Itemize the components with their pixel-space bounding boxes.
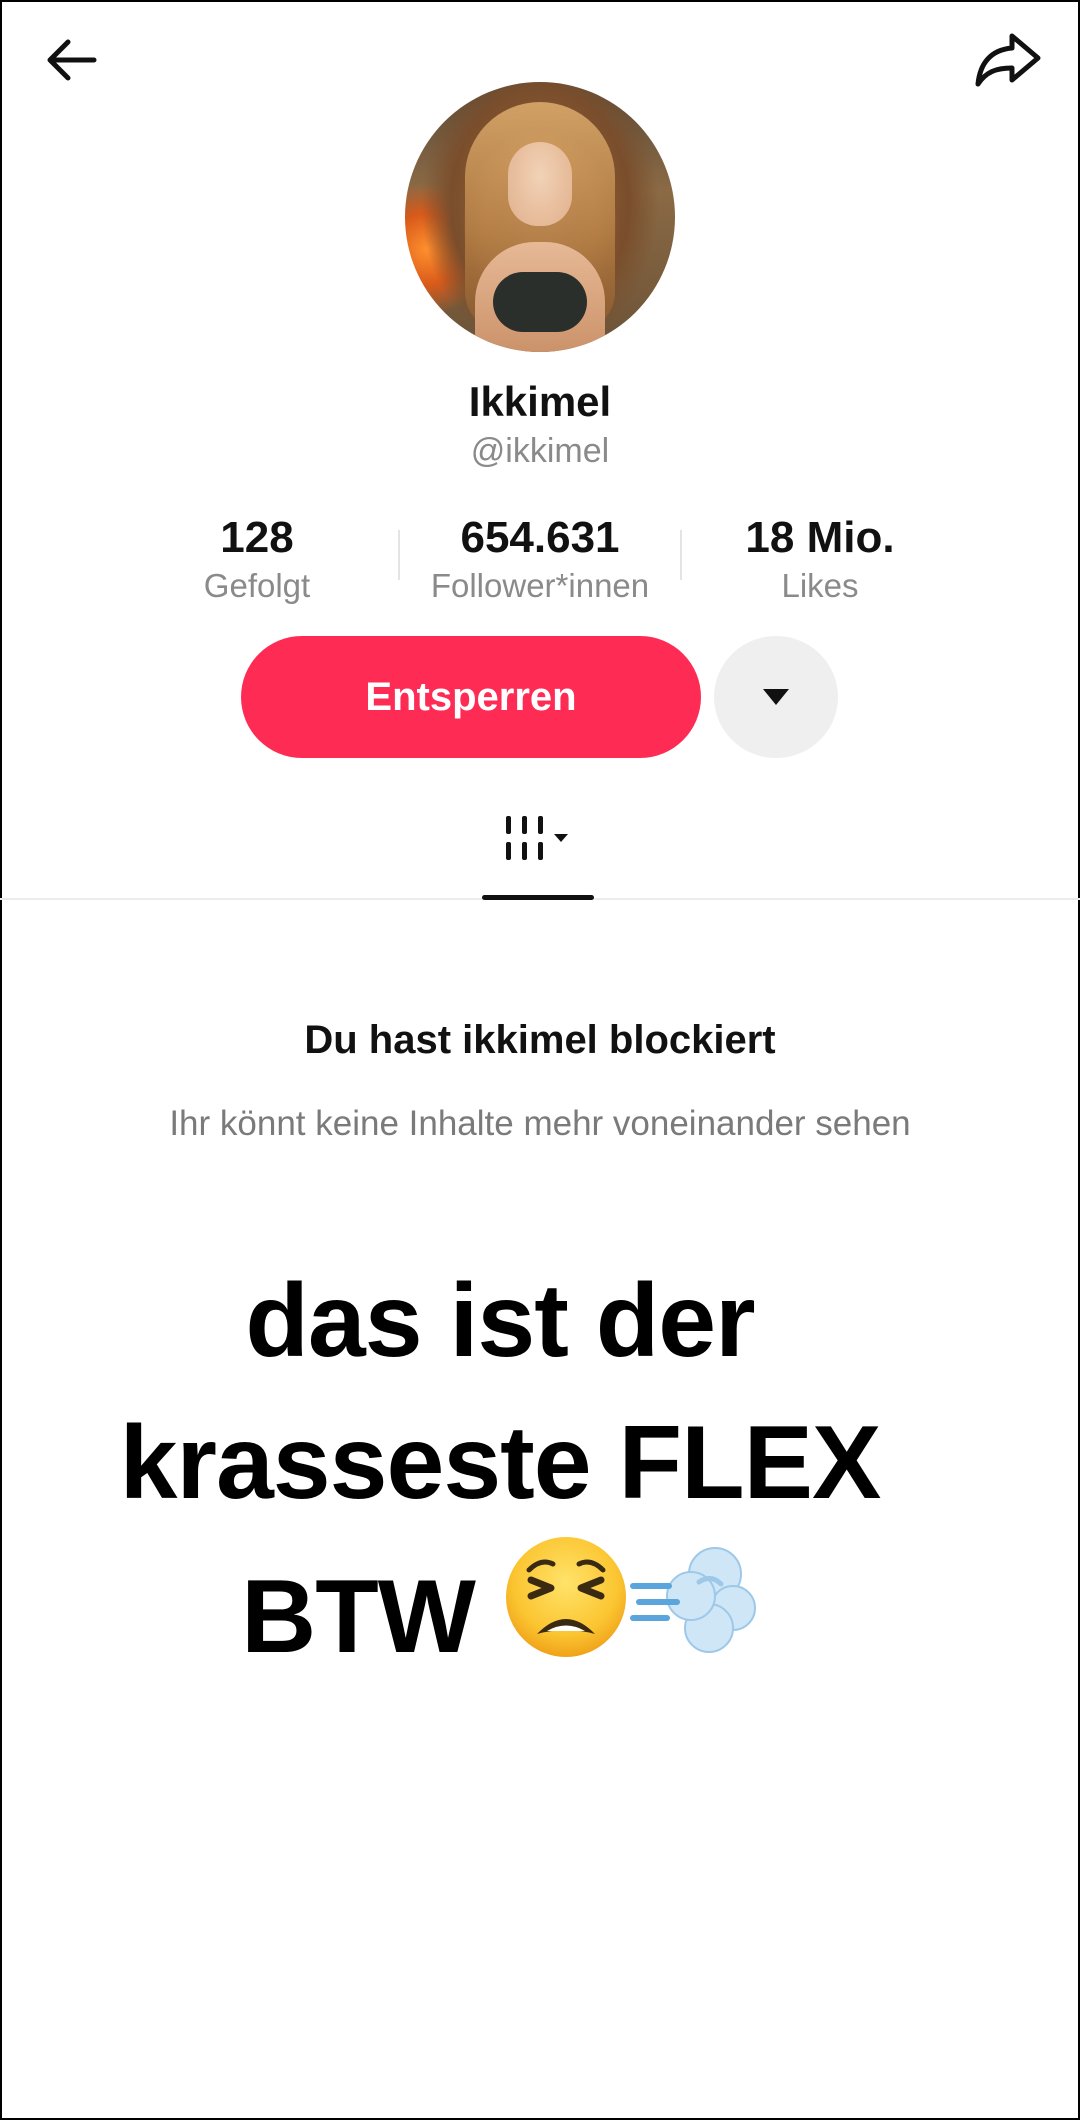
blocked-subtitle: Ihr könnt keine Inhalte mehr voneinander…: [169, 1104, 911, 1143]
blocked-title: Du hast ikkimel blockiert: [304, 1018, 776, 1062]
avatar-top-shape: [493, 272, 587, 332]
stat-following-value: 128: [220, 513, 294, 562]
stat-likes-value: 18 Mio.: [745, 513, 895, 562]
stat-followers-label: Follower*innen: [430, 567, 650, 604]
tired-face-emoji-icon: [503, 1534, 629, 1696]
arrow-left-icon: [47, 39, 97, 81]
profile-handle: @ikkimel: [470, 432, 610, 470]
content-tabs: [0, 800, 1080, 900]
profile-display-name: Ikkimel: [468, 378, 612, 425]
dash-emoji-icon: [629, 1534, 759, 1696]
caption-line-1: das ist der: [245, 1263, 755, 1379]
stat-followers-value: 654.631: [460, 513, 620, 562]
tab-videos[interactable]: [482, 814, 594, 898]
caption-line-3-text: BTW: [241, 1559, 476, 1675]
more-options-button[interactable]: [714, 636, 838, 758]
stat-following-label: Gefolgt: [203, 567, 311, 604]
share-button[interactable]: [960, 12, 1056, 108]
stat-following[interactable]: 128 Gefolgt: [177, 510, 337, 606]
back-button[interactable]: [24, 12, 120, 108]
stat-divider: [680, 530, 682, 580]
profile-avatar[interactable]: [405, 82, 675, 352]
stat-followers[interactable]: 654.631 Follower*innen: [400, 510, 680, 606]
stat-likes-label: Likes: [781, 567, 859, 604]
caption-line-2: krasseste FLEX: [119, 1405, 882, 1521]
unblock-button[interactable]: Entsperren: [241, 636, 701, 758]
overlay-caption: das ist der krasseste FLEX BTW: [60, 1250, 940, 1696]
caret-down-icon: [763, 689, 789, 705]
active-tab-indicator: [482, 895, 594, 900]
stat-likes[interactable]: 18 Mio. Likes: [720, 510, 920, 606]
share-arrow-icon: [975, 33, 1041, 87]
caption-line-3: BTW: [60, 1534, 940, 1696]
avatar-face-shape: [508, 142, 572, 226]
grid-bars-icon: [506, 816, 568, 860]
